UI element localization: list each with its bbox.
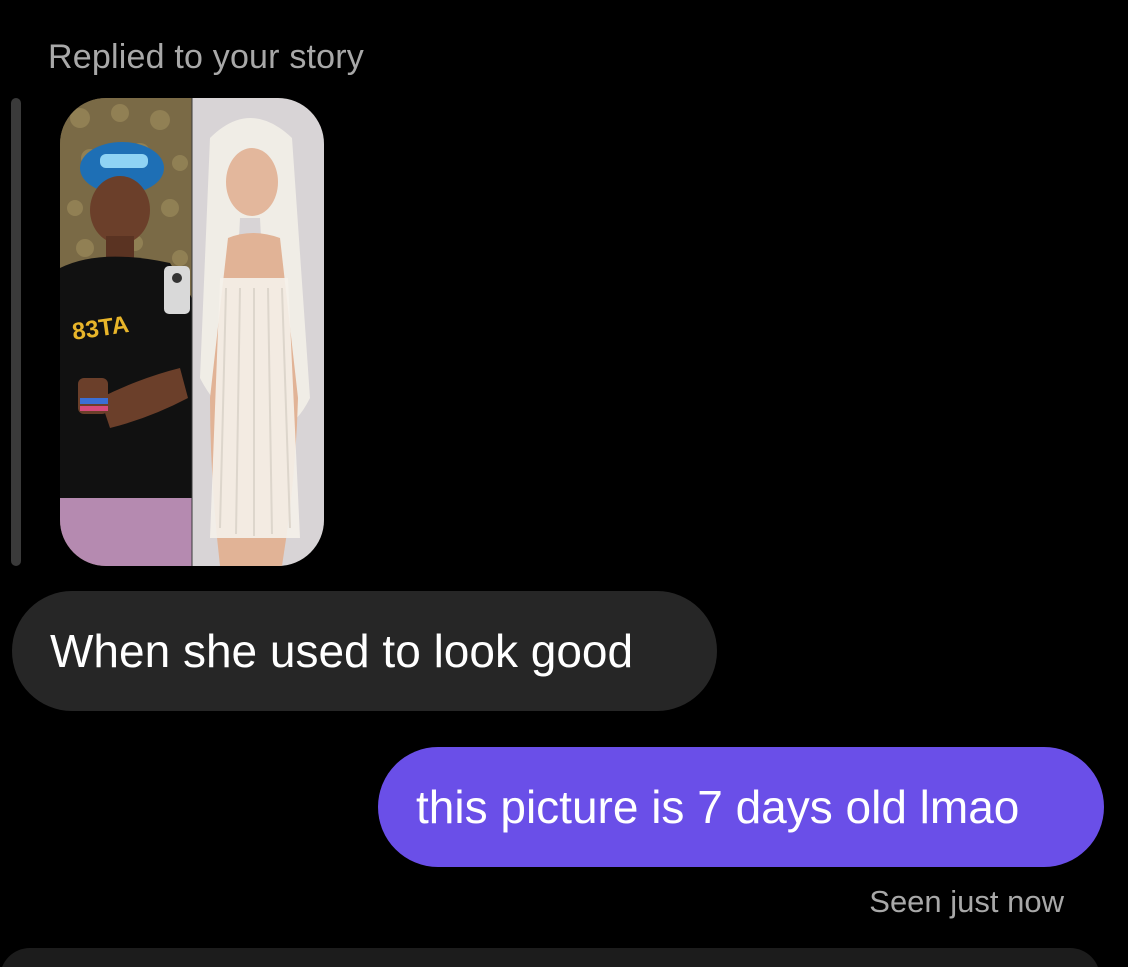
story-reply-label: Replied to your story xyxy=(48,38,365,76)
chat-thread: Replied to your story 83TA When she used… xyxy=(0,0,1128,967)
message-composer[interactable] xyxy=(0,948,1100,967)
seen-status: Seen just now xyxy=(869,884,1064,919)
story-thumbnail[interactable]: 83TA xyxy=(60,98,324,566)
story-photo: 83TA xyxy=(60,98,324,566)
incoming-message[interactable]: When she used to look good xyxy=(12,591,717,711)
outgoing-message[interactable]: this picture is 7 days old lmao xyxy=(378,747,1104,867)
reply-quote-bar xyxy=(11,98,21,566)
incoming-message-text: When she used to look good xyxy=(50,625,634,677)
outgoing-message-text: this picture is 7 days old lmao xyxy=(416,781,1020,833)
